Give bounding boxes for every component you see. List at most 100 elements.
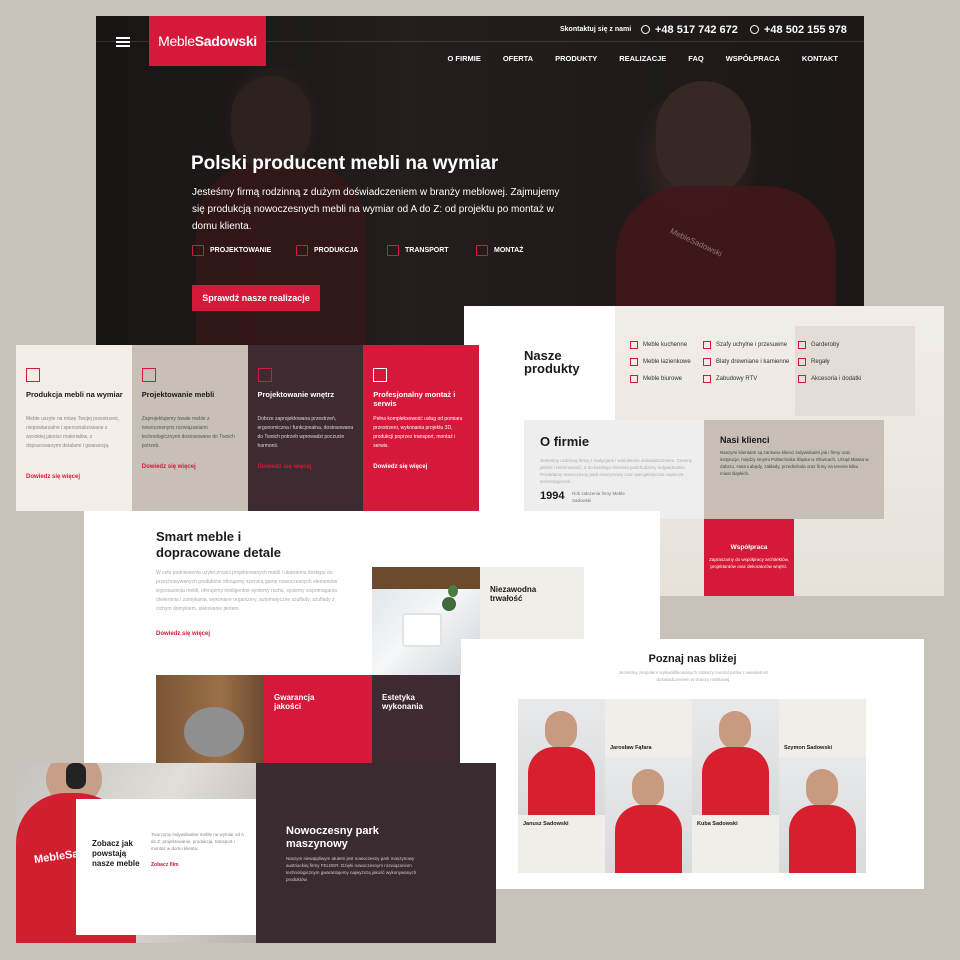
quality-label: Gwarancja jakości — [274, 693, 315, 711]
product-item[interactable]: Meble kuchenne — [630, 341, 691, 349]
cooperation-box[interactable]: Współpraca Zapraszamy do współpracy arch… — [704, 519, 794, 596]
service-label: TRANSPORT — [405, 247, 449, 254]
logo-text-meble: Meble — [158, 33, 195, 49]
aesthetics-label: Estetyka wykonania — [382, 693, 423, 711]
member-name: Szymon Sadowski — [784, 745, 832, 751]
contact-label: Skontaktuj się z nami — [560, 26, 632, 33]
machines-box: Nowoczesny park maszynowy Naszym niewątp… — [256, 763, 496, 943]
nav-o-firmie[interactable]: O FIRMIE — [447, 54, 480, 63]
countertop-icon — [703, 358, 711, 366]
products-title-b: produkty — [524, 361, 580, 376]
hero-title: Polski producent mebli na wymiar — [191, 153, 499, 174]
product-item[interactable]: Zabudowy RTV — [703, 375, 789, 383]
member-name: Janusz Sadowski — [523, 821, 569, 827]
watch-film-link[interactable]: Zobacz film — [151, 862, 179, 868]
face — [632, 769, 664, 807]
plant-photo — [448, 585, 458, 597]
card-title: Projektowanie mebli — [141, 390, 215, 399]
card-text: Zaprojektujemy trwałe meble z nowoczesny… — [141, 416, 235, 449]
member-name: Jarosław Fąfara — [610, 745, 652, 751]
card-link[interactable]: Dowiedz się więcej — [142, 464, 196, 470]
product-item[interactable]: Meble łazienkowe — [630, 358, 691, 366]
card-text: Pełna kompleksowość usług od pomiaru prz… — [373, 416, 463, 449]
truck-icon — [387, 245, 399, 256]
phone-2[interactable]: +48 502 155 978 — [750, 24, 847, 36]
card-text: Meble uszyte na miarę Twojej przestrzeni… — [26, 416, 120, 449]
dressing-room-icon — [798, 341, 806, 349]
services-cards: Produkcja mebli na wymiar Meble uszyte n… — [16, 345, 479, 511]
product-label: Blaty drewniane i kamienne — [716, 359, 790, 365]
smart-text: W celu podniesienia użyteczności projekt… — [156, 570, 338, 612]
hero-lead: Jesteśmy firmą rodzinną z dużym doświadc… — [192, 187, 560, 232]
product-item[interactable]: Garderoby — [798, 341, 861, 349]
shelf-icon — [798, 358, 806, 366]
face — [806, 769, 838, 807]
service-transport: TRANSPORT — [387, 245, 449, 256]
shirt-logo: MebleSa — [33, 847, 80, 867]
red-shirt — [528, 747, 595, 815]
film-section: MebleSa Zobacz jak powstają nasze meble … — [16, 763, 496, 943]
film-text: Tworzymy indywidualne meble na wymiar od… — [151, 832, 244, 851]
smart-title: Smart meble i dopracowane detale — [156, 529, 281, 560]
film-title: Zobacz jak powstają nasze meble — [92, 839, 140, 868]
product-item[interactable]: Blaty drewniane i kamienne — [703, 358, 789, 366]
logo-text-sadowski: Sadowski — [194, 33, 257, 49]
service-produkcja: PRODUKCJA — [296, 245, 358, 256]
durability-label: Niezawodna trwałość — [490, 585, 537, 603]
product-label: Regały — [811, 359, 830, 365]
sofa-icon — [257, 368, 272, 382]
nav-faq[interactable]: FAQ — [688, 54, 703, 63]
service-label: PRODUKCJA — [314, 247, 359, 254]
nav-realizacje[interactable]: REALIZACJE — [619, 54, 666, 63]
team-section: Poznaj nas bliżej Jesteśmy zespołem wykw… — [461, 639, 924, 889]
service-card-assembly: Profesjonalny montaż i serwis Pełna komp… — [363, 345, 479, 511]
about-title: O firmie — [540, 434, 590, 449]
products-column-2: Szafy uchylne i przesuwne Blaty drewnian… — [703, 341, 789, 383]
film-box: Zobacz jak powstają nasze meble Tworzymy… — [76, 799, 256, 935]
product-label: Akcesoria i dodatki — [811, 376, 862, 382]
machines-title: Nowoczesny park maszynowy — [286, 825, 379, 850]
card-title: Produkcja mebli na wymiar — [26, 390, 123, 399]
ruler-icon — [192, 245, 204, 256]
smart-link[interactable]: Dowiedz się więcej — [156, 631, 210, 637]
phone-icon — [641, 25, 650, 34]
menu-icon[interactable] — [116, 37, 130, 47]
card-link[interactable]: Dowiedz się więcej — [373, 464, 427, 470]
product-item[interactable]: Regały — [798, 358, 861, 366]
card-link[interactable]: Dowiedz się więcej — [26, 474, 80, 480]
bathroom-icon — [630, 358, 638, 366]
machines-text: Naszym niewątpliwym atutem jest nowoczes… — [286, 856, 417, 882]
founding-year-label: Rok założenia firmy Meble Sadowski — [572, 491, 625, 503]
phone-1[interactable]: +48 517 742 672 — [641, 24, 738, 36]
nav-kontakt[interactable]: KONTAKT — [802, 54, 838, 63]
red-shirt — [702, 747, 769, 815]
nav-wspolpraca[interactable]: WSPÓŁPRACA — [726, 54, 780, 63]
about-section: O firmie Jesteśmy rodzinną firmą z trady… — [524, 420, 884, 519]
service-card-furniture-design: Projektowanie mebli Zaprojektujemy trwał… — [131, 345, 248, 511]
products-column-3: Garderoby Regały Akcesoria i dodatki — [798, 341, 861, 383]
face — [719, 711, 751, 749]
product-item[interactable]: Szafy uchylne i przesuwne — [703, 341, 789, 349]
ear-protector — [66, 763, 86, 789]
site-logo[interactable]: Meble Sadowski — [149, 16, 266, 66]
product-item[interactable]: Meble biurowe — [630, 375, 691, 383]
service-label: PROJEKTOWANIE — [210, 247, 272, 254]
nav-oferta[interactable]: OFERTA — [503, 54, 533, 63]
cta-button[interactable]: Sprawdź nasze realizacje — [192, 285, 320, 311]
products-column-1: Meble kuchenne Meble łazienkowe Meble bi… — [630, 341, 691, 383]
kitchen-icon — [630, 341, 638, 349]
card-text: Dobrze zaprojektowana przestrzeń, ergono… — [257, 416, 354, 449]
clients-box: Nasi klienci Naszymi klientami są zarówn… — [704, 420, 884, 519]
ruler-icon — [26, 368, 40, 382]
saw-icon — [296, 245, 308, 256]
team-photo-janusz — [518, 699, 605, 815]
phone-1-text: +48 517 742 672 — [655, 24, 738, 36]
card-link[interactable]: Dowiedz się więcej — [258, 464, 312, 470]
member-name: Kuba Sadowski — [697, 821, 738, 827]
product-item[interactable]: Akcesoria i dodatki — [798, 375, 861, 383]
products-title: Nasze produkty — [524, 349, 580, 375]
cooperation-title: Współpraca — [730, 544, 768, 551]
nav-produkty[interactable]: PRODUKTY — [555, 54, 597, 63]
main-nav: O FIRMIE OFERTA PRODUKTY REALIZACJE FAQ … — [447, 54, 838, 63]
product-label: Garderoby — [811, 342, 840, 348]
